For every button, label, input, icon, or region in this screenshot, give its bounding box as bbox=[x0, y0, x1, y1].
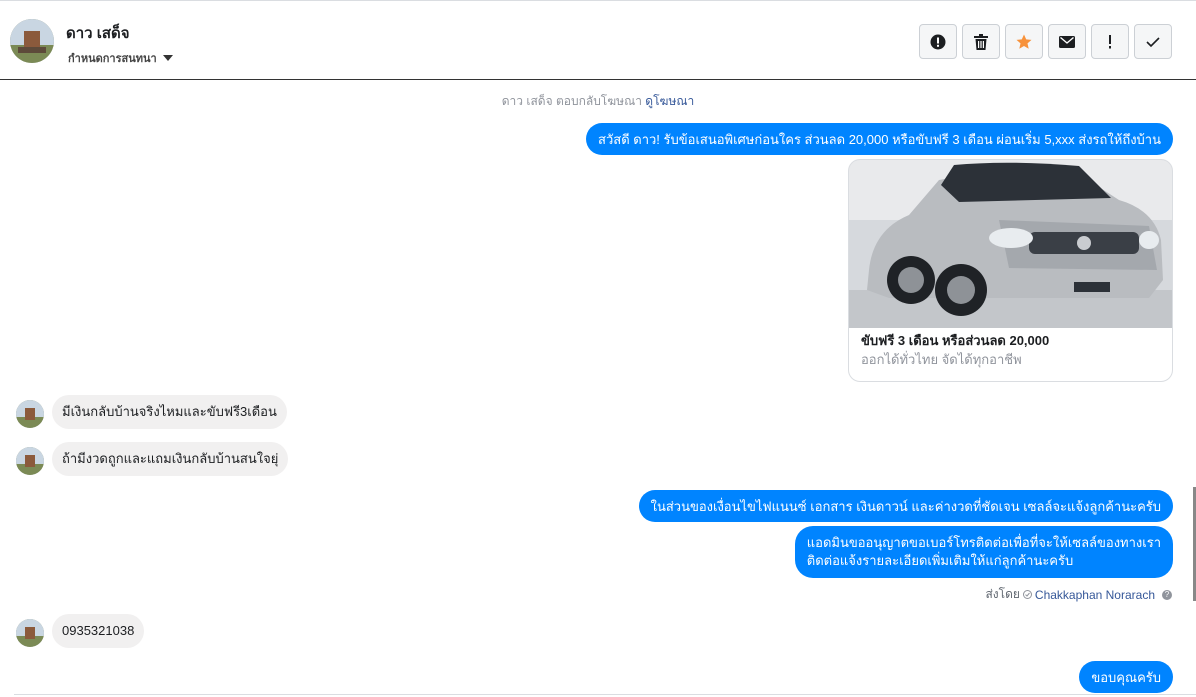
contact-name[interactable]: ดาว เสด็จ bbox=[66, 21, 130, 45]
sent-by-info: ส่งโดย Chakkaphan Norarach ? bbox=[985, 585, 1172, 604]
trash-icon bbox=[974, 33, 988, 50]
conversation-stage-dropdown[interactable]: กำหนดการสนทนา bbox=[68, 49, 173, 67]
message-bubble-incoming[interactable]: มีเงินกลับบ้านจริงไหมและขับฟรี3เดือน bbox=[52, 395, 287, 429]
caret-down-icon bbox=[162, 55, 173, 61]
message-text: สวัสดี ดาว! รับข้อเสนอพิเศษก่อนใคร ส่วนล… bbox=[598, 132, 1161, 147]
message-text: ถ้ามีงวดถูกและแถมเงินกลับบ้านสนใจยุ่ bbox=[62, 451, 279, 466]
ad-card-subtitle: ออกได้ทั่วไทย จัดได้ทุกอาชีพ bbox=[861, 352, 1022, 367]
sent-by-label: ส่งโดย bbox=[985, 587, 1020, 601]
ad-reply-notice: ดาว เสด็จ ตอบกลับโฆษณา ดูโฆษณา bbox=[0, 92, 1196, 111]
mark-unread-button[interactable] bbox=[1048, 24, 1086, 59]
message-text-line: ติดต่อแจ้งรายละเอียดเพิ่มเติมให้แก่ลูกค้… bbox=[806, 553, 1074, 568]
envelope-icon bbox=[1059, 35, 1075, 48]
message-bubble-outgoing[interactable]: สวัสดี ดาว! รับข้อเสนอพิเศษก่อนใคร ส่วนล… bbox=[586, 123, 1173, 155]
message-bubble-incoming[interactable]: 0935321038 bbox=[52, 614, 145, 648]
verified-check-icon bbox=[1022, 590, 1032, 599]
help-icon[interactable]: ? bbox=[1162, 589, 1172, 600]
message-text: ขอบคุณครับ bbox=[1091, 670, 1161, 685]
message-bubble-outgoing[interactable]: ขอบคุณครับ bbox=[1079, 661, 1173, 693]
message-text: ในส่วนของเงื่อนไขไฟแนนซ์ เอกสาร เงินดาวน… bbox=[650, 499, 1161, 514]
contact-avatar-small[interactable] bbox=[16, 619, 44, 647]
alert-circle-icon bbox=[930, 34, 946, 49]
contact-avatar-small[interactable] bbox=[16, 447, 44, 475]
star-button[interactable] bbox=[1005, 24, 1043, 59]
ad-reply-notice-text: ดาว เสด็จ ตอบกลับโฆษณา bbox=[501, 94, 642, 108]
ad-preview-card[interactable]: ขับฟรี 3 เดือน หรือส่วนลด 20,000 ออกได้ท… bbox=[848, 159, 1173, 382]
contact-avatar[interactable] bbox=[10, 19, 54, 63]
message-text: มีเงินกลับบ้านจริงไหมและขับฟรี3เดือน bbox=[62, 404, 277, 419]
ad-car-image bbox=[849, 160, 1172, 328]
message-text-line: แอดมินขออนุญาตขอเบอร์โทรติดต่อเพื่อที่จะ… bbox=[806, 535, 1161, 550]
spam-button[interactable] bbox=[919, 24, 957, 59]
message-bubble-outgoing[interactable]: แอดมินขออนุญาตขอเบอร์โทรติดต่อเพื่อที่จะ… bbox=[794, 526, 1173, 578]
contact-avatar-small[interactable] bbox=[16, 400, 44, 428]
delete-button[interactable] bbox=[962, 24, 1000, 59]
ad-card-title: ขับฟรี 3 เดือน หรือส่วนลด 20,000 bbox=[861, 333, 1050, 348]
sender-name[interactable]: Chakkaphan Norarach bbox=[1035, 588, 1155, 602]
conversation-stage-label: กำหนดการสนทนา bbox=[68, 53, 157, 65]
message-bubble-outgoing[interactable]: ในส่วนของเงื่อนไขไฟแนนซ์ เอกสาร เงินดาวน… bbox=[638, 490, 1173, 522]
conversation-header: ดาว เสด็จ กำหนดการสนทนา bbox=[0, 0, 1196, 80]
star-icon bbox=[1016, 34, 1032, 49]
conversation-toolbar bbox=[919, 24, 1172, 59]
follow-up-button[interactable] bbox=[1091, 24, 1129, 59]
exclamation-icon bbox=[1109, 34, 1111, 48]
message-text: 0935321038 bbox=[62, 623, 135, 638]
done-button[interactable] bbox=[1134, 24, 1172, 59]
view-ad-link[interactable]: ดูโฆษณา bbox=[645, 94, 694, 108]
check-icon bbox=[1146, 36, 1160, 47]
message-bubble-incoming[interactable]: ถ้ามีงวดถูกและแถมเงินกลับบ้านสนใจยุ่ bbox=[52, 442, 289, 476]
message-thread[interactable]: ดาว เสด็จ ตอบกลับโฆษณา ดูโฆษณา สวัสดี ดา… bbox=[0, 81, 1196, 697]
